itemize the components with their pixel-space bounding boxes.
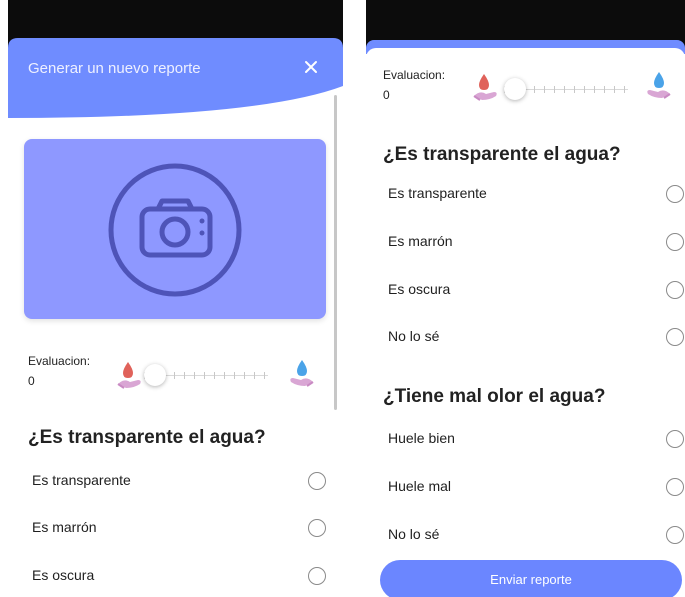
radio-button[interactable] <box>308 567 326 585</box>
option-label: Es marrón <box>32 519 97 535</box>
radio-button[interactable] <box>308 519 326 537</box>
dirty-water-hand-icon <box>116 360 144 390</box>
header-title: Generar un nuevo reporte <box>28 60 201 77</box>
question-odor: ¿Tiene mal olor el agua? <box>383 386 606 407</box>
radio-button[interactable] <box>308 472 326 490</box>
clean-water-hand-icon <box>644 70 672 100</box>
slider-thumb[interactable] <box>144 364 166 386</box>
scrollbar[interactable] <box>334 95 337 410</box>
option-huele-bien[interactable]: Huele bien <box>388 426 684 454</box>
dirty-water-hand-icon <box>472 72 500 102</box>
photo-upload-area[interactable] <box>24 139 326 319</box>
option-label: No lo sé <box>388 526 440 542</box>
option-es-oscura[interactable]: Es oscura <box>32 563 328 591</box>
evaluation-slider[interactable] <box>144 362 268 390</box>
option-es-marron[interactable]: Es marrón <box>32 515 328 543</box>
option-label: No lo sé <box>388 328 440 344</box>
option-es-marron[interactable]: Es marrón <box>388 229 684 257</box>
option-label: Huele mal <box>388 478 452 494</box>
radio-button[interactable] <box>666 233 684 251</box>
option-no-lo-se-olor[interactable]: No lo sé <box>388 522 684 550</box>
right-screen: Evaluacion: 0 ¿Es transparente el agua? … <box>366 0 685 597</box>
option-label: Es marrón <box>388 233 453 249</box>
radio-button[interactable] <box>666 526 684 544</box>
radio-button[interactable] <box>666 185 684 203</box>
submit-report-button[interactable]: Enviar reporte <box>380 560 682 597</box>
option-label: Es transparente <box>32 472 131 488</box>
evaluation-slider[interactable] <box>504 76 628 104</box>
close-icon[interactable] <box>298 54 324 80</box>
option-label: Es transparente <box>388 185 487 201</box>
header-background <box>8 38 343 118</box>
left-screen: Generar un nuevo reporte Evaluacion: 0 ¿… <box>8 0 343 597</box>
evaluation-label: Evaluacion: <box>383 68 446 82</box>
option-es-transparente[interactable]: Es transparente <box>32 468 328 496</box>
option-label: Huele bien <box>388 430 455 446</box>
radio-button[interactable] <box>666 281 684 299</box>
clean-water-hand-icon <box>287 358 315 388</box>
option-label: Es oscura <box>32 567 95 583</box>
evaluation-value: 0 <box>28 374 35 388</box>
option-label: Es oscura <box>388 281 451 297</box>
report-header: Generar un nuevo reporte <box>8 38 343 134</box>
report-sheet <box>366 48 685 597</box>
option-huele-mal[interactable]: Huele mal <box>388 474 684 502</box>
slider-thumb[interactable] <box>504 78 526 100</box>
option-no-lo-se[interactable]: No lo sé <box>388 324 684 352</box>
question-transparency: ¿Es transparente el agua? <box>28 427 266 448</box>
evaluation-value: 0 <box>383 88 390 102</box>
evaluation-label: Evaluacion: <box>28 354 91 368</box>
radio-button[interactable] <box>666 430 684 448</box>
radio-button[interactable] <box>666 328 684 346</box>
camera-icon <box>108 163 242 297</box>
option-es-transparente[interactable]: Es transparente <box>388 181 684 209</box>
radio-button[interactable] <box>666 478 684 496</box>
question-transparency: ¿Es transparente el agua? <box>383 144 621 165</box>
option-es-oscura[interactable]: Es oscura <box>388 277 684 305</box>
